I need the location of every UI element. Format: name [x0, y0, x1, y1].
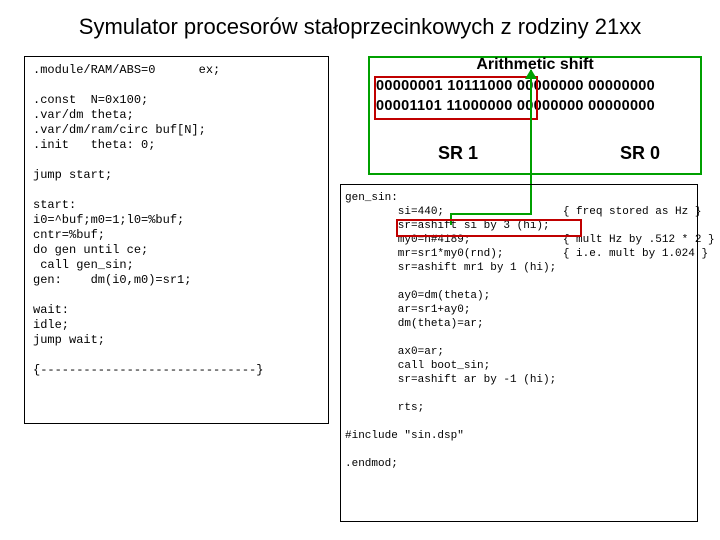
- arrow-connector: [530, 70, 532, 182]
- sr1-label: SR 1: [438, 143, 478, 164]
- page-title: Symulator procesorów stałoprzecinkowych …: [0, 14, 720, 40]
- bits-highlight: [374, 76, 538, 120]
- sr0-label: SR 0: [620, 143, 660, 164]
- left-code-block: .module/RAM/ABS=0 ex; .const N=0x100; .v…: [24, 56, 329, 424]
- code-line-highlight: [396, 219, 582, 237]
